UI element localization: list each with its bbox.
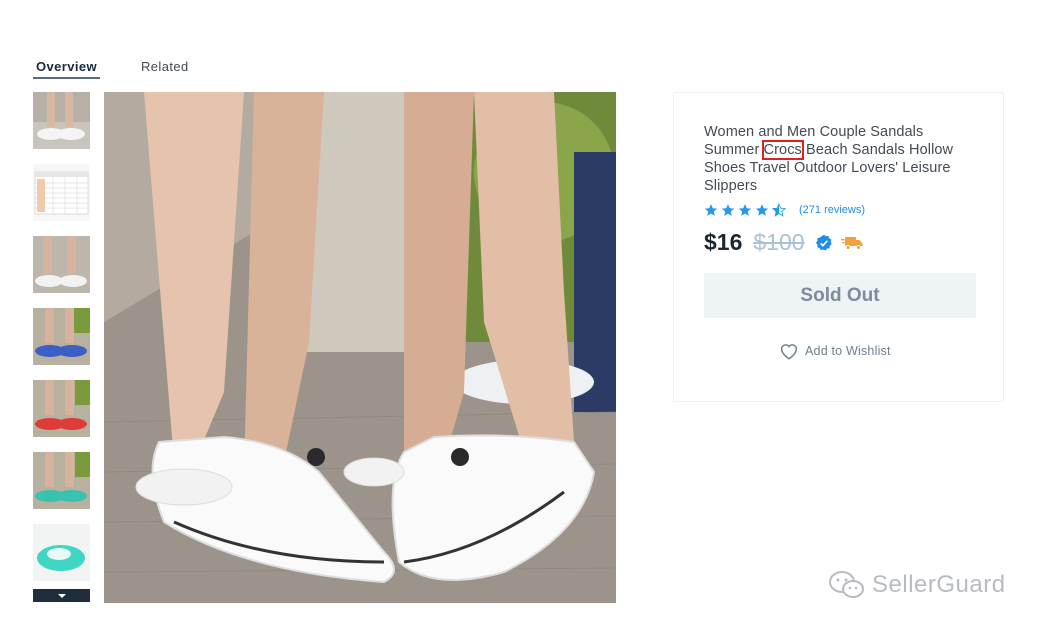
star-full-icon (721, 204, 735, 216)
thumbnail-teal-single[interactable] (33, 524, 90, 581)
product-card: Women and Men Couple Sandals Summer Croc… (673, 92, 1004, 402)
rating-row: (271 reviews) (704, 203, 865, 217)
add-to-wishlist-button[interactable]: Add to Wishlist (779, 342, 891, 360)
tab-overview[interactable]: Overview (33, 55, 101, 79)
thumbnail-teal-pair[interactable] (33, 452, 90, 509)
heart-icon (780, 344, 798, 360)
current-price: $16 (704, 229, 743, 255)
star-full-icon (738, 204, 752, 216)
product-title: Women and Men Couple Sandals Summer Croc… (704, 123, 976, 195)
title-highlight: Crocs (761, 140, 804, 160)
tab-related[interactable]: Related (138, 55, 192, 79)
star-half-icon (772, 203, 786, 217)
star-full-icon (755, 204, 769, 216)
original-price: $100 (753, 229, 805, 255)
price-row: $16 $100 (704, 229, 863, 256)
caret-down-icon (57, 593, 66, 598)
verified-badge-icon (815, 234, 832, 250)
tab-bar: Overview Related (33, 55, 192, 81)
thumbnail-list (33, 92, 90, 596)
star-full-icon (704, 204, 718, 216)
thumbnail-red-pair[interactable] (33, 380, 90, 437)
reviews-link[interactable]: (271 reviews) (799, 204, 865, 216)
thumbnail-blue-pair[interactable] (33, 308, 90, 365)
wechat-icon (829, 571, 864, 598)
sold-out-button[interactable]: Sold Out (704, 273, 976, 318)
thumbnail-white-pair-walk[interactable] (33, 92, 90, 149)
thumbnail-white-pair-floor[interactable] (33, 236, 90, 293)
main-product-image (104, 92, 616, 603)
watermark-text: SellerGuard (872, 571, 1006, 598)
thumbnail-size-chart[interactable] (33, 164, 90, 221)
shipping-truck-icon (840, 236, 863, 250)
wishlist-label: Add to Wishlist (805, 344, 891, 358)
thumbnail-scroll-down-button[interactable] (33, 589, 90, 602)
star-rating (704, 203, 786, 217)
watermark: SellerGuard (828, 570, 1006, 600)
